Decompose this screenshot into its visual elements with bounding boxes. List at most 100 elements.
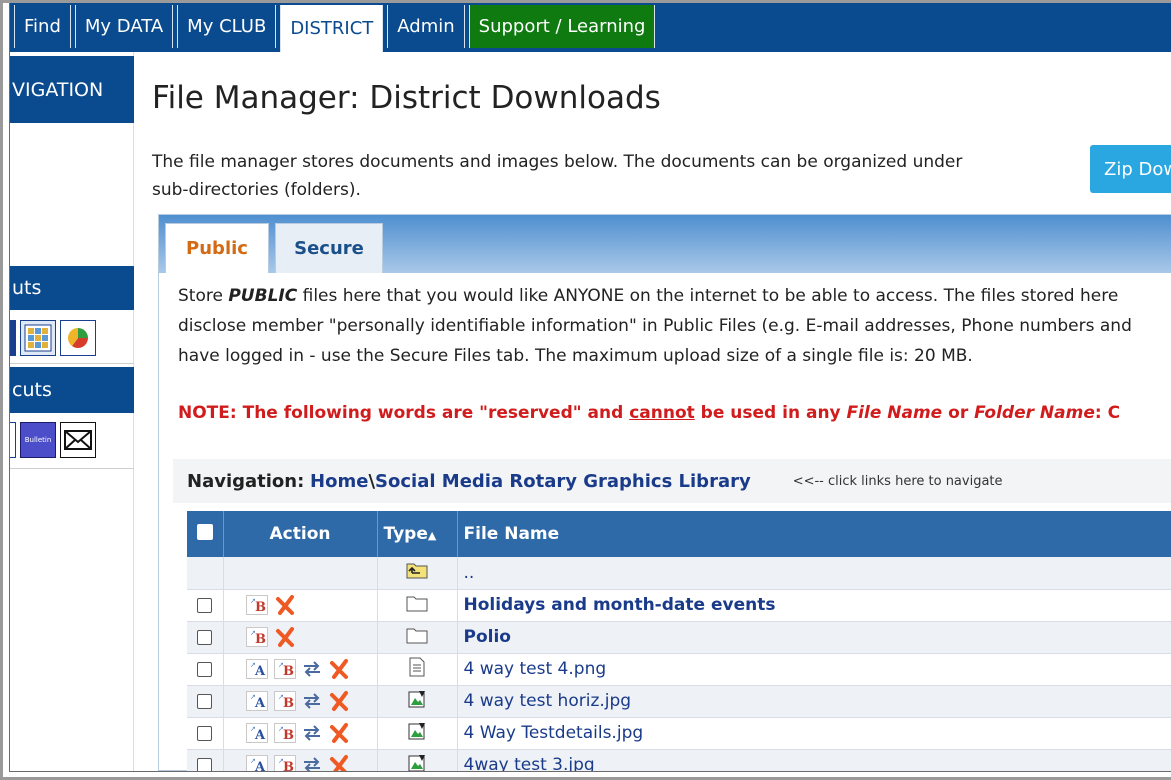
description-line-2: disclose member "personally identifiable… [178, 316, 1132, 336]
intro-text: The file manager stores documents and im… [152, 148, 1002, 204]
file-name-link[interactable]: Holidays and month-date events [464, 595, 776, 615]
description-line-3: have logged in - use the Secure Files ta… [178, 346, 973, 366]
chart-icon[interactable] [60, 320, 96, 356]
row-type-cell [377, 685, 458, 718]
row-checkbox[interactable] [197, 661, 213, 677]
row-actions-cell: ↗ A ↗ B [223, 685, 378, 718]
row-actions: ↗ A ↗ B [230, 689, 371, 713]
sort-icon[interactable]: ▲︎ [428, 529, 436, 542]
partial-icon[interactable] [10, 422, 16, 458]
note-part-c: : C [1094, 403, 1121, 423]
move-icon[interactable] [302, 693, 322, 709]
row-actions-cell [223, 557, 378, 590]
row-checkbox[interactable] [197, 629, 213, 645]
tab-find[interactable]: Find [14, 5, 71, 48]
table-row[interactable]: ↗ B Polio [187, 621, 1171, 654]
note-cannot: cannot [629, 403, 695, 423]
svg-text:B: B [283, 696, 294, 711]
calendar-grid-icon[interactable] [20, 320, 56, 356]
move-icon[interactable] [302, 661, 322, 677]
row-actions: ↗ B [230, 625, 371, 649]
rename-icon-b[interactable]: ↗ B [245, 595, 268, 615]
rename-icon-a[interactable]: ↗ A [245, 659, 268, 679]
tab-public[interactable]: Public [165, 223, 269, 273]
file-name-link[interactable]: 4way test 3.jpg [464, 755, 595, 771]
image-file-icon [407, 721, 427, 741]
delete-icon[interactable] [328, 721, 352, 745]
sidebar-shortcuts-header-2: cuts [10, 367, 134, 413]
tab-district[interactable]: DISTRICT [280, 5, 384, 52]
image-file-icon [407, 689, 427, 709]
type-header[interactable]: Type▲︎ [377, 511, 458, 557]
file-name-link[interactable]: 4 way test horiz.jpg [464, 691, 632, 711]
row-checkbox[interactable] [197, 757, 213, 771]
table-row[interactable]: .. [187, 557, 1171, 590]
bulletin-icon[interactable]: Bulletin [20, 422, 56, 458]
svg-text:B: B [283, 760, 294, 772]
email-icon[interactable] [60, 422, 96, 458]
sidebar-divider-2 [10, 468, 134, 469]
delete-icon[interactable] [328, 657, 352, 681]
parent-folder-icon[interactable] [406, 561, 428, 579]
row-actions-cell: ↗ B [223, 621, 378, 654]
file-name-link[interactable]: .. [464, 563, 475, 583]
tab-support-learning[interactable]: Support / Learning [468, 5, 656, 48]
row-checkbox[interactable] [197, 693, 213, 709]
row-type-cell [377, 653, 458, 686]
delete-icon[interactable] [328, 689, 352, 713]
page-title: File Manager: District Downloads [152, 80, 661, 116]
window-frame: Find My DATA My CLUB DISTRICT Admin Supp… [0, 0, 1171, 780]
row-checkbox[interactable] [197, 597, 213, 613]
table-row[interactable]: ↗ A ↗ B 4 Way Testdetails.jpg [187, 717, 1171, 750]
row-actions-cell: ↗ A ↗ B [223, 653, 378, 686]
report-icon[interactable] [10, 320, 16, 356]
sidebar-shortcuts-header: uts [10, 266, 134, 310]
breadcrumb-home-link[interactable]: Home [310, 471, 368, 492]
file-name-link[interactable]: Polio [464, 627, 511, 647]
delete-icon[interactable] [328, 753, 352, 771]
row-name-cell: .. [457, 557, 1171, 590]
type-header-label: Type [383, 524, 428, 544]
row-name-cell: Holidays and month-date events [457, 589, 1171, 622]
note-file-name: File Name [846, 403, 943, 423]
row-name-cell: 4 way test 4.png [457, 653, 1171, 686]
file-tabs-panel: Public Secure Store PUBLIC files here th… [158, 214, 1171, 771]
move-icon[interactable] [302, 757, 322, 771]
row-select-cell [187, 557, 224, 590]
delete-icon[interactable] [274, 625, 298, 649]
row-checkbox[interactable] [197, 725, 213, 741]
tab-my-data[interactable]: My DATA [74, 5, 174, 48]
file-table: Action Type▲︎ File Name .. ↗ B Holidays and… [187, 511, 1171, 772]
window-content: Find My DATA My CLUB DISTRICT Admin Supp… [9, 3, 1171, 772]
sidebar-navigation-header[interactable]: VIGATION [10, 56, 134, 123]
tab-secure[interactable]: Secure [275, 223, 383, 273]
table-row[interactable]: ↗ B Holidays and month-date events [187, 589, 1171, 622]
move-icon[interactable] [302, 725, 322, 741]
rename-icon-b[interactable]: ↗ B [273, 723, 296, 743]
row-name-cell: 4 Way Testdetails.jpg [457, 717, 1171, 750]
table-row[interactable]: ↗ A ↗ B 4 way test 4.png [187, 653, 1171, 686]
rename-icon-a[interactable]: ↗ A [245, 691, 268, 711]
file-name-header[interactable]: File Name [457, 511, 1171, 557]
table-row[interactable]: ↗ A ↗ B 4way test 3.jpg [187, 749, 1171, 772]
select-all-checkbox[interactable] [196, 523, 213, 540]
delete-icon[interactable] [274, 593, 298, 617]
rename-icon-b[interactable]: ↗ B [245, 627, 268, 647]
tab-bar: Public Secure [159, 215, 1171, 273]
zip-download-button[interactable]: Zip Dow [1090, 145, 1171, 193]
rename-icon-b[interactable]: ↗ B [273, 755, 296, 772]
table-row[interactable]: ↗ A ↗ B 4 way test horiz.jpg [187, 685, 1171, 718]
svg-text:B: B [255, 600, 266, 615]
tab-my-club[interactable]: My CLUB [177, 5, 277, 48]
tab-admin[interactable]: Admin [387, 5, 465, 48]
file-name-link[interactable]: 4 Way Testdetails.jpg [464, 723, 644, 743]
file-name-link[interactable]: 4 way test 4.png [464, 659, 607, 679]
row-actions: ↗ B [230, 593, 371, 617]
rename-icon-b[interactable]: ↗ B [273, 691, 296, 711]
breadcrumb-hint: <<-- click links here to navigate [792, 473, 1003, 489]
row-type-cell [377, 589, 458, 622]
rename-icon-a[interactable]: ↗ A [245, 723, 268, 743]
breadcrumb-current-link[interactable]: Social Media Rotary Graphics Library [375, 471, 751, 492]
rename-icon-b[interactable]: ↗ B [273, 659, 296, 679]
rename-icon-a[interactable]: ↗ A [245, 755, 268, 771]
